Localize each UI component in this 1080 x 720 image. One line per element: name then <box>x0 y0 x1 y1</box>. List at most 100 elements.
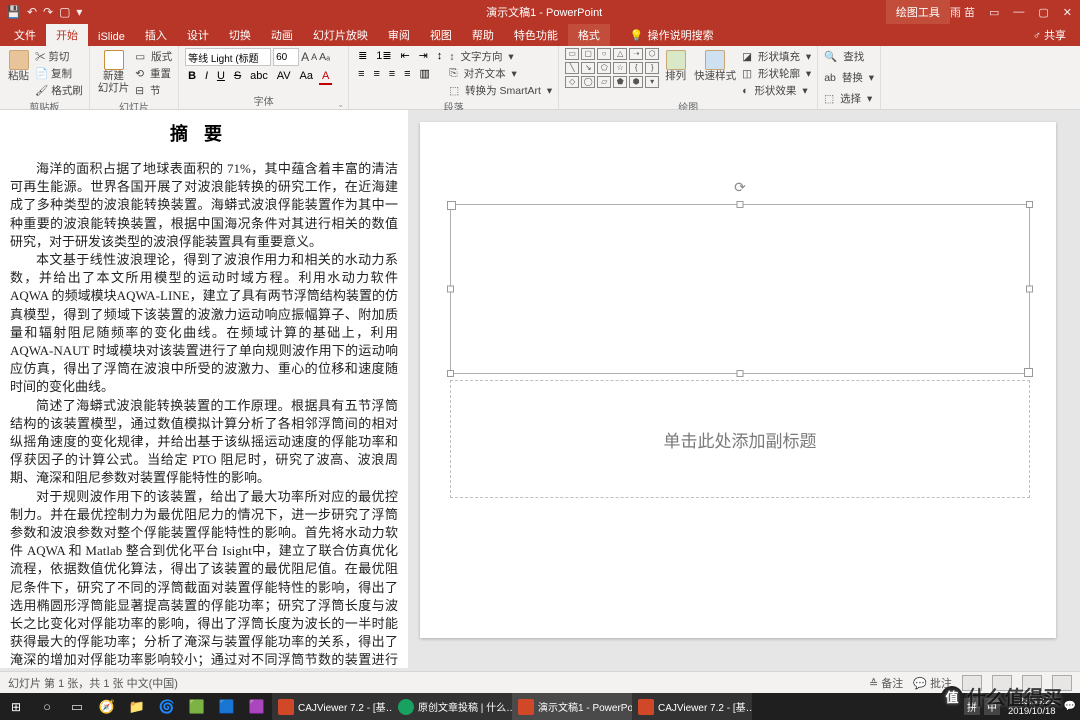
pinned-app-3[interactable]: 🌀 <box>152 693 182 720</box>
reset-button[interactable]: ⟲ 重置 <box>135 66 172 81</box>
start-button[interactable]: ⊞ <box>0 700 32 714</box>
convert-smartart-button[interactable]: ⬚ 转换为 SmartArt ▾ <box>449 83 552 98</box>
find-button[interactable]: 🔍 查找 <box>824 49 864 64</box>
bold-button[interactable]: B <box>185 69 199 83</box>
taskbar-app-browser[interactable]: 原创文章投稿 | 什么… <box>392 693 512 720</box>
quick-styles-button[interactable]: 快速样式 <box>692 48 738 85</box>
underline-button[interactable]: U <box>214 69 228 83</box>
rotate-handle-icon[interactable]: ⟳ <box>734 179 746 196</box>
group-font-label: 字体 <box>185 93 342 109</box>
subtitle-placeholder[interactable]: 单击此处添加副标题 <box>450 380 1030 498</box>
shapes-gallery[interactable]: ▭▢○△➝⬡ ╲↘⬠☆{} ◇◯▱⬟⬢▾ <box>565 48 659 88</box>
pinned-app-4[interactable]: 🟩 <box>182 693 212 720</box>
task-search-icon[interactable]: ○ <box>32 693 62 720</box>
maximize-icon[interactable]: ▢ <box>1038 6 1048 19</box>
pinned-app-1[interactable]: 🧭 <box>92 693 122 720</box>
pinned-app-5[interactable]: 🟦 <box>212 693 242 720</box>
copy-button[interactable]: 📄 复制 <box>35 66 83 81</box>
pinned-app-6[interactable]: 🟪 <box>242 693 272 720</box>
tab-insert[interactable]: 插入 <box>135 24 177 46</box>
italic-button[interactable]: I <box>202 69 211 83</box>
cut-button[interactable]: ✂ 剪切 <box>35 49 83 64</box>
qat-more-icon[interactable]: ▾ <box>76 5 82 19</box>
tab-transition[interactable]: 切换 <box>219 24 261 46</box>
shrink-font-button[interactable]: A <box>311 52 317 62</box>
tab-design[interactable]: 设计 <box>177 24 219 46</box>
shape-effects-button[interactable]: ◐ 形状效果 ▾ <box>742 83 811 98</box>
tab-slideshow[interactable]: 幻灯片放映 <box>303 24 378 46</box>
minimize-icon[interactable]: — <box>1013 6 1024 18</box>
bullets-button[interactable]: ≣ <box>355 48 370 63</box>
watermark-badge-icon: 值 <box>941 686 963 708</box>
task-view-icon[interactable]: ▭ <box>62 693 92 720</box>
replace-button[interactable]: ab 替换 ▾ <box>824 70 874 85</box>
close-icon[interactable]: ✕ <box>1063 6 1072 19</box>
tell-me-icon: 💡 <box>630 29 644 42</box>
qat-slideshow-icon[interactable]: ▢ <box>59 5 70 19</box>
taskbar-app-cajviewer-2[interactable]: CAJViewer 7.2 - [基… <box>632 693 752 720</box>
char-spacing-button[interactable]: AV <box>274 69 294 83</box>
doc-heading: 摘要 <box>10 120 398 146</box>
status-slide-info: 幻灯片 第 1 张，共 1 张 中文(中国) <box>8 675 178 691</box>
tab-home[interactable]: 开始 <box>46 24 88 46</box>
tab-review[interactable]: 审阅 <box>378 24 420 46</box>
decrease-indent-button[interactable]: ⇤ <box>398 48 413 63</box>
grow-font-button[interactable]: A <box>301 50 309 64</box>
format-painter-button[interactable]: 🖌 格式刷 <box>35 83 83 98</box>
align-text-button[interactable]: ⎘ 对齐文本 ▾ <box>449 66 552 81</box>
font-size-input[interactable] <box>273 48 299 66</box>
qat-redo-icon[interactable]: ↷ <box>43 5 53 19</box>
numbering-button[interactable]: 1≣ <box>373 48 394 63</box>
tab-islide[interactable]: iSlide <box>88 28 135 46</box>
strike-button[interactable]: S <box>231 69 244 83</box>
select-button[interactable]: ⬚ 选择 ▾ <box>824 91 872 106</box>
taskbar-app-powerpoint[interactable]: 演示文稿1 - PowerPo… <box>512 693 632 720</box>
font-name-input[interactable] <box>185 48 271 66</box>
tell-me-input[interactable]: 操作说明搜索 <box>648 27 714 43</box>
share-button[interactable]: ♂ 共享 <box>1023 24 1076 46</box>
taskbar-app-cajviewer-1[interactable]: CAJViewer 7.2 - [基… <box>272 693 392 720</box>
notes-button[interactable]: ≙ 备注 <box>869 675 903 691</box>
qat-save-icon[interactable]: 💾 <box>6 5 21 19</box>
overlay-document-window: 摘要 海洋的面积占据了地球表面积的 71%，其中蕴含着丰富的清洁可再生能源。世界… <box>0 110 408 668</box>
ribbon-display-icon[interactable]: ▭ <box>989 6 999 19</box>
qat-undo-icon[interactable]: ↶ <box>27 5 37 19</box>
line-spacing-button[interactable]: ↕ <box>434 49 446 63</box>
font-color-button[interactable]: A <box>319 69 332 85</box>
arrange-button[interactable]: 排列 <box>663 48 688 85</box>
shape-fill-button[interactable]: ◪ 形状填充 ▾ <box>742 49 811 64</box>
columns-button[interactable]: ▥ <box>416 66 432 81</box>
justify-button[interactable]: ≡ <box>401 67 413 81</box>
paste-button[interactable]: 粘贴 <box>6 48 31 85</box>
subtitle-placeholder-text: 单击此处添加副标题 <box>664 427 817 452</box>
align-left-button[interactable]: ≡ <box>355 67 367 81</box>
contextual-tool-label: 绘图工具 <box>886 0 950 24</box>
doc-para-1: 海洋的面积占据了地球表面积的 71%，其中蕴含着丰富的清洁可再生能源。世界各国开… <box>10 160 398 251</box>
pinned-app-2[interactable]: 📁 <box>122 693 152 720</box>
align-center-button[interactable]: ≡ <box>370 67 382 81</box>
shape-outline-button[interactable]: ◫ 形状轮廓 ▾ <box>742 66 811 81</box>
align-right-button[interactable]: ≡ <box>386 67 398 81</box>
tab-view[interactable]: 视图 <box>420 24 462 46</box>
slide-canvas[interactable]: ⟳ 单击此处添加副标题 <box>420 122 1056 638</box>
section-button[interactable]: ⊟ 节 <box>135 83 172 98</box>
change-case-button[interactable]: Aa <box>297 69 316 83</box>
tab-file[interactable]: 文件 <box>4 24 46 46</box>
increase-indent-button[interactable]: ⇥ <box>416 48 431 63</box>
title-placeholder-selected[interactable]: ⟳ <box>450 204 1030 374</box>
user-name[interactable]: 雨 苗 <box>950 4 975 20</box>
layout-button[interactable]: ▭ 版式 <box>135 49 172 64</box>
doc-para-2: 本文基于线性波浪理论，得到了波浪作用力和相关的水动力系数，并给出了本文所用模型的… <box>10 251 398 397</box>
shadow-button[interactable]: abc <box>247 69 271 83</box>
clear-format-button[interactable]: Aₐ <box>319 51 330 63</box>
tray-notifications-icon[interactable]: 💬 <box>1064 701 1076 712</box>
tab-feature[interactable]: 特色功能 <box>504 24 568 46</box>
tab-format[interactable]: 格式 <box>568 24 610 46</box>
tab-animation[interactable]: 动画 <box>261 24 303 46</box>
tab-help[interactable]: 帮助 <box>462 24 504 46</box>
text-direction-button[interactable]: ↕ 文字方向 ▾ <box>449 49 552 64</box>
doc-para-4: 对于规则波作用下的该装置，给出了最大功率所对应的最优控制力。并在最优控制力为最优… <box>10 488 398 668</box>
window-title: 演示文稿1 - PowerPoint <box>82 4 1005 20</box>
new-slide-button[interactable]: 新建 幻灯片 <box>96 48 132 96</box>
doc-para-3: 简述了海蟒式波浪能转换装置的工作原理。根据具有五节浮筒结构的该装置模型，通过数值… <box>10 397 398 488</box>
